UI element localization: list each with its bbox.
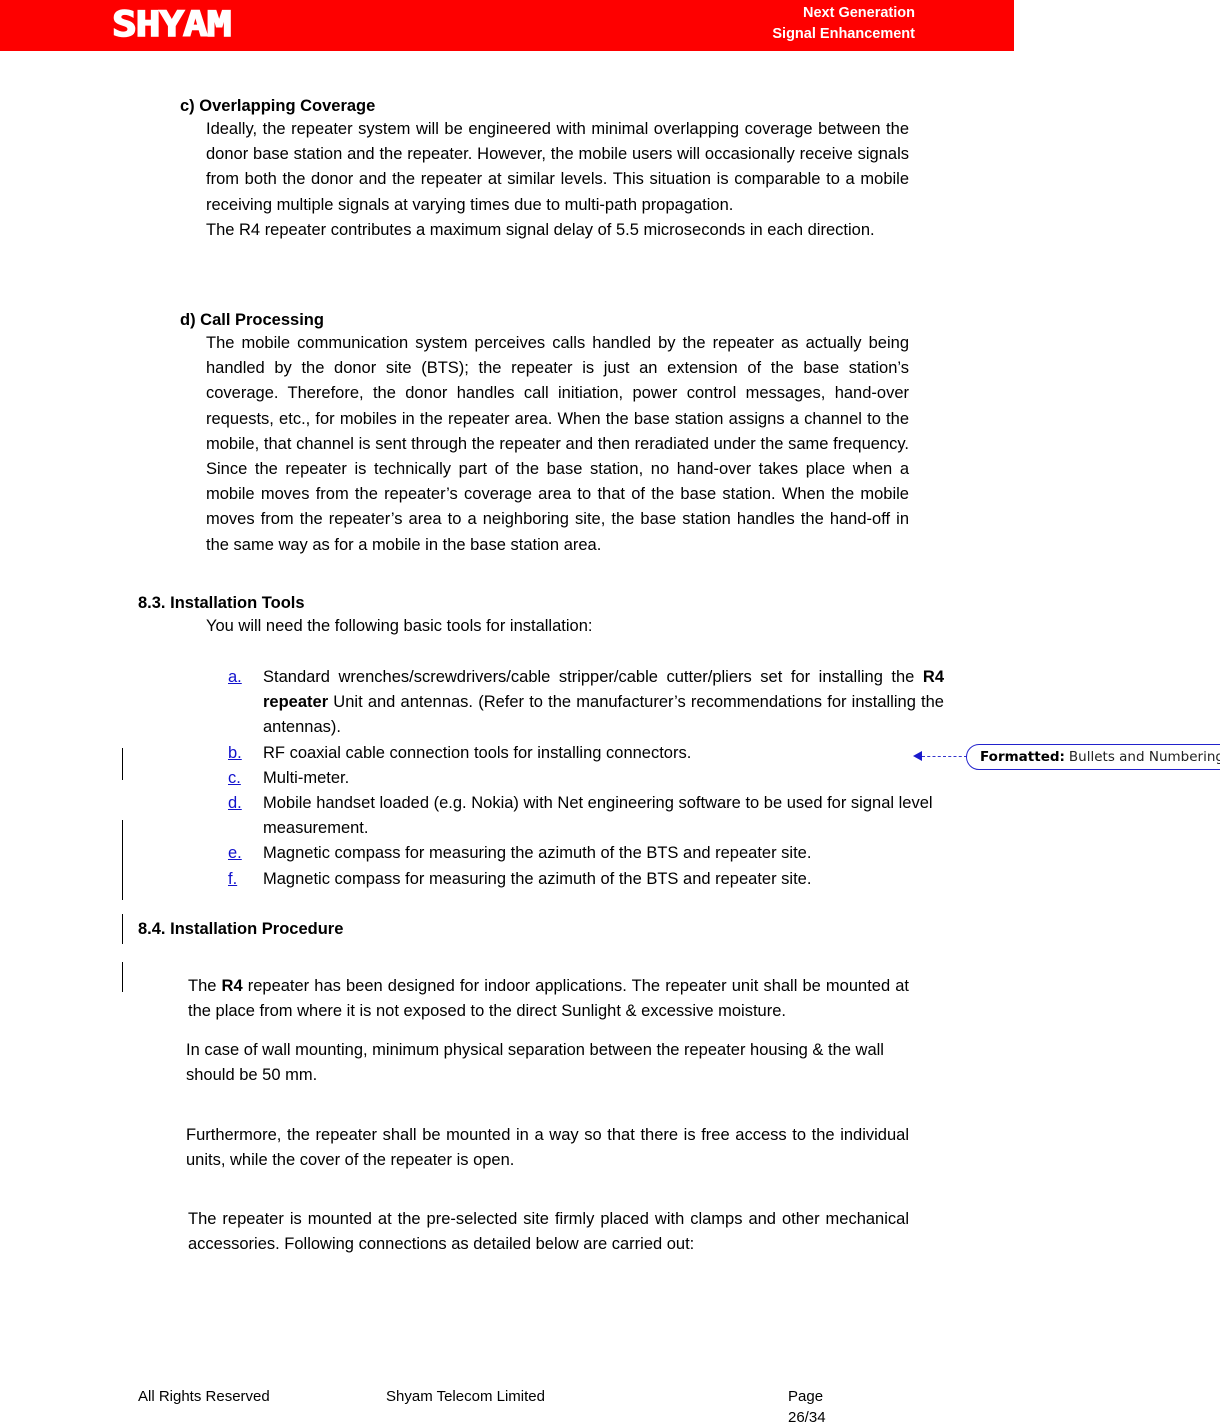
paragraph-1-bold: R4 (221, 976, 243, 995)
list-item-text-a-after: Unit and antennas. (Refer to the manufac… (263, 693, 944, 737)
paragraph-1-text-before: The (188, 976, 222, 995)
callout-leader-line (922, 756, 967, 757)
list-item: c. Multi-meter. (228, 766, 944, 791)
paragraph-1-text-after: repeater has been designed for indoor ap… (188, 976, 909, 1021)
change-bar (122, 820, 123, 900)
list-item: f. Magnetic compass for measuring the azi… (228, 867, 944, 892)
list-item: b. RF coaxial cable connection tools for … (228, 741, 944, 766)
callout-value: Bullets and Numbering (1068, 749, 1220, 765)
footer-page-label: Page (788, 1388, 824, 1405)
list-item-text-a-before: Standard wrenches/screwdrivers/cable str… (263, 668, 923, 687)
tagline-line-2: Signal Enhancement (772, 26, 915, 42)
header-tagline: Next Generation Signal Enhancement (772, 3, 915, 45)
installation-tools-list: a. Standard wrenches/screwdrivers/cable s… (0, 665, 1220, 892)
list-marker-a: a. (228, 668, 242, 687)
list-item-text-f: Magnetic compass for measuring the azimu… (263, 869, 812, 888)
section-8-4-paragraph-3: Furthermore, the repeater shall be mount… (186, 1125, 909, 1169)
list-item: d. Mobile handset loaded (e.g. Nokia) wit… (228, 791, 944, 841)
list-item-text-e: Magnetic compass for measuring the azimu… (263, 844, 812, 863)
page-footer: All Rights Reserved Shyam Telecom Limite… (0, 1386, 1220, 1426)
list-marker-e: e. (228, 844, 242, 863)
list-marker-c: c. (228, 768, 241, 787)
section-8-4-paragraph-1: The R4 repeater has been designed for in… (188, 974, 909, 1024)
section-8-4-paragraph-2: In case of wall mounting, minimum physic… (186, 1041, 884, 1085)
footer-page-number: Page 26/34 (788, 1386, 826, 1428)
list-item-text-d: Mobile handset loaded (e.g. Nokia) with … (263, 794, 933, 838)
section-heading-d: d) Call Processing (180, 311, 324, 330)
section-d-paragraph-1: The mobile communication system perceive… (206, 334, 909, 554)
section-8-4-paragraph-4: The repeater is mounted at the pre-selec… (188, 1210, 909, 1254)
list-item-text-c: Multi-meter. (263, 768, 350, 787)
section-heading-8-3: 8.3. Installation Tools (138, 593, 305, 612)
callout-label: Formatted: (980, 749, 1065, 765)
formatted-callout[interactable]: Formatted: Bullets and Numbering (966, 744, 1220, 770)
footer-rights: All Rights Reserved (138, 1388, 270, 1405)
section-heading-c: c) Overlapping Coverage (180, 97, 376, 115)
section-8-3-intro: You will need the following basic tools … (206, 616, 593, 635)
header-band: SHYAM Next Generation Signal Enhancement (0, 0, 1014, 51)
list-item-text-b: RF coaxial cable connection tools for in… (263, 743, 692, 762)
list-marker-d: d. (228, 794, 242, 813)
list-item: a. Standard wrenches/screwdrivers/cable s… (228, 665, 944, 741)
change-bar (122, 914, 123, 944)
callout-arrow-icon (913, 751, 922, 761)
change-bar (122, 748, 123, 780)
section-heading-8-4: 8.4. Installation Procedure (138, 919, 344, 938)
section-c-paragraph-1: Ideally, the repeater system will be eng… (206, 120, 909, 214)
tagline-line-1: Next Generation (803, 5, 915, 21)
list-marker-f: f. (228, 869, 238, 888)
list-marker-b: b. (228, 743, 242, 762)
document-page: c) Overlapping Coverage Ideally, the rep… (0, 51, 1220, 1258)
section-c-paragraph-2: The R4 repeater contributes a maximum si… (206, 220, 875, 239)
list-item: e. Magnetic compass for measuring the azi… (228, 841, 944, 866)
footer-page-value: 26/34 (788, 1409, 826, 1426)
shyam-logo: SHYAM (111, 5, 232, 45)
footer-company: Shyam Telecom Limited (386, 1388, 545, 1405)
change-bar (122, 962, 123, 992)
